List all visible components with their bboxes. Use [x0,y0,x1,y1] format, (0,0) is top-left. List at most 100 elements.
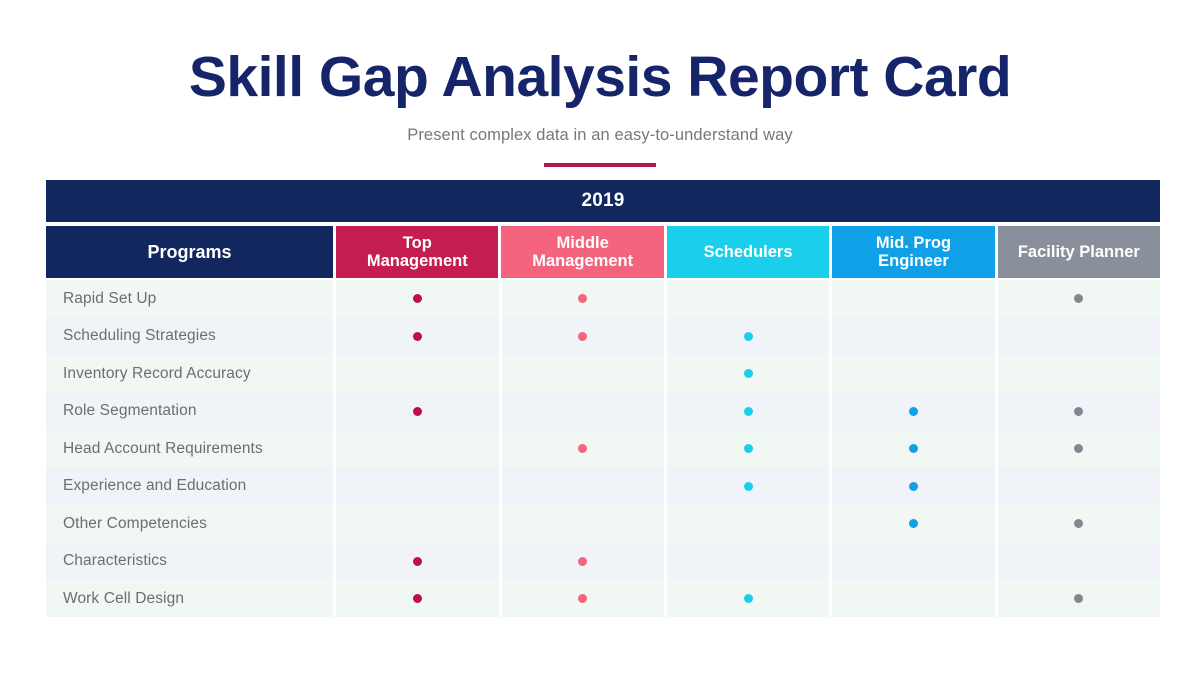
skill-dot-icon [1074,406,1084,416]
row-label: Work Cell Design [46,579,334,618]
cell-mid_prog[interactable] [832,354,995,393]
skill-dot-icon [908,481,918,491]
skill-dot-icon [412,331,422,341]
table-row: Head Account Requirements [46,429,1160,468]
skill-gap-table: 2019 Programs Top Management Middle Manageme… [46,180,1161,618]
cell-schedulers[interactable] [666,542,830,580]
cell-mid_mgmt[interactable] [501,429,664,468]
table-year-band: 2019 [46,180,1160,222]
slide-canvas: Skill Gap Analysis Report Card Present c… [0,0,1200,675]
cell-mid_prog[interactable] [832,467,995,505]
table-body: Rapid Set Up Scheduling Strategies Invento… [46,280,1160,618]
cell-mid_mgmt[interactable] [501,504,664,543]
cell-schedulers[interactable] [666,354,830,393]
skill-dot-icon [743,444,753,454]
skill-dot-icon [1074,519,1084,529]
cell-mid_prog[interactable] [832,504,995,543]
cell-facility[interactable] [997,317,1160,355]
cell-top_mgmt[interactable] [336,467,499,505]
cell-facility[interactable] [997,354,1160,393]
column-header-facility[interactable]: Facility Planner [997,226,1161,278]
table-row: Other Competencies [46,504,1160,543]
cell-schedulers[interactable] [666,467,830,505]
cell-mid_mgmt[interactable] [501,317,664,355]
cell-schedulers[interactable] [666,280,830,318]
skill-dot-icon [908,406,918,416]
cell-facility[interactable] [997,542,1160,580]
row-label: Other Competencies [46,504,334,543]
page-title: Skill Gap Analysis Report Card [188,45,1012,109]
skill-dot-icon [743,331,753,341]
cell-mid_mgmt[interactable] [501,579,664,618]
skill-dot-icon [743,406,753,416]
cell-facility[interactable] [997,280,1160,318]
table-row: Work Cell Design [46,579,1160,618]
cell-schedulers[interactable] [666,392,830,430]
row-label: Characteristics [46,542,334,580]
cell-mid_mgmt[interactable] [501,467,664,505]
cell-mid_mgmt[interactable] [501,354,664,393]
cell-mid_prog[interactable] [832,280,995,318]
column-header-label: Middle Management [532,233,634,270]
cell-facility[interactable] [997,392,1160,430]
cell-top_mgmt[interactable] [336,280,499,318]
skill-dot-icon [743,369,753,379]
cell-top_mgmt[interactable] [336,392,499,430]
row-label: Role Segmentation [46,392,334,430]
cell-mid_mgmt[interactable] [501,392,664,430]
cell-facility[interactable] [997,504,1160,543]
column-header-label: Mid. Prog Engineer [875,233,952,270]
column-header-programs[interactable]: Programs [46,226,334,278]
cell-facility[interactable] [997,467,1160,505]
table-row: Rapid Set Up [46,280,1160,318]
skill-dot-icon [908,519,918,529]
title-divider [544,162,656,167]
cell-top_mgmt[interactable] [336,579,499,618]
cell-mid_prog[interactable] [832,542,995,580]
cell-top_mgmt[interactable] [336,317,499,355]
skill-dot-icon [908,444,918,454]
cell-schedulers[interactable] [666,579,830,618]
skill-dot-icon [578,294,588,304]
column-header-mid_prog[interactable]: Mid. Prog Engineer [832,226,995,278]
skill-dot-icon [578,444,588,454]
row-label: Head Account Requirements [46,429,334,468]
column-header-schedulers[interactable]: Schedulers [666,226,830,278]
column-header-label: Facility Planner [1017,242,1140,261]
year-label: 2019 [581,190,625,211]
table-row: Scheduling Strategies [46,317,1160,355]
row-label: Inventory Record Accuracy [46,354,334,393]
row-label: Rapid Set Up [46,280,334,318]
cell-mid_mgmt[interactable] [501,542,664,580]
skill-dot-icon [412,556,422,566]
skill-dot-icon [1074,444,1084,454]
table-row: Experience and Education [46,467,1160,505]
column-header-top_mgmt[interactable]: Top Management [336,226,499,278]
column-header-label: Top Management [366,233,468,270]
cell-facility[interactable] [997,579,1160,618]
cell-top_mgmt[interactable] [336,354,499,393]
cell-facility[interactable] [997,429,1160,468]
skill-dot-icon [578,331,588,341]
column-header-mid_mgmt[interactable]: Middle Management [501,226,664,278]
slide-header: Skill Gap Analysis Report Card Present c… [0,45,1200,167]
cell-mid_prog[interactable] [832,579,995,618]
skill-dot-icon [1074,594,1084,604]
table-header-row: Programs Top Management Middle Management Sch… [46,226,1161,278]
cell-top_mgmt[interactable] [336,542,499,580]
cell-mid_prog[interactable] [832,317,995,355]
cell-schedulers[interactable] [666,317,830,355]
page-subtitle: Present complex data in an easy-to-under… [407,125,793,144]
cell-mid_mgmt[interactable] [501,280,664,318]
cell-top_mgmt[interactable] [336,429,499,468]
row-label: Experience and Education [46,467,334,505]
cell-mid_prog[interactable] [832,429,995,468]
cell-mid_prog[interactable] [832,392,995,430]
row-label: Scheduling Strategies [46,317,334,355]
cell-top_mgmt[interactable] [336,504,499,543]
skill-dot-icon [412,594,422,604]
cell-schedulers[interactable] [666,429,830,468]
column-header-label: Programs [147,241,232,262]
skill-dot-icon [743,481,753,491]
cell-schedulers[interactable] [666,504,830,543]
